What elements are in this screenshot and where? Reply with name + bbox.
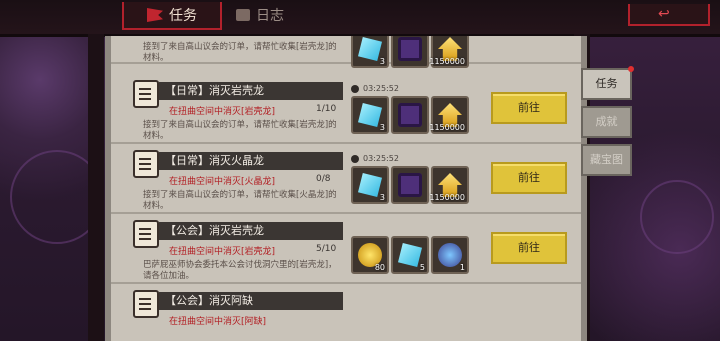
back-arrow-icon: ↩ (658, 6, 670, 22)
timer-text: 03:25:52 (363, 84, 399, 93)
reward-slot[interactable] (391, 166, 429, 204)
task-description: 接到了来自高山议会的订单，请帮忙收集[岩壳龙]的材料。 (143, 42, 337, 63)
scroll-icon (133, 80, 159, 108)
task-progress: 1/10 (316, 104, 337, 114)
crystal-icon (358, 103, 382, 127)
rune-icon (398, 37, 422, 61)
side-tab-label: 任务 (595, 77, 618, 90)
task-progress: 5/10 (316, 244, 337, 254)
go-button[interactable]: 前往 (491, 162, 567, 194)
reward-slot[interactable]: 3 (351, 166, 389, 204)
reward-qty: 3 (379, 123, 385, 132)
crystal-icon (358, 173, 382, 197)
task-objective: 在扭曲空间中消灭[阿缺] (169, 317, 267, 327)
task-objective: 在扭曲空间中消灭[岩壳龙] (169, 107, 276, 117)
go-button[interactable]: 前往 (491, 232, 567, 264)
task-timer: 03:25:52 (351, 84, 399, 93)
task-title: 【日常】消灭岩壳龙 (159, 82, 343, 100)
tab-log[interactable]: 日志 (236, 2, 284, 28)
flag-icon (147, 8, 163, 22)
task-title: 【公会】消灭阿缺 (159, 292, 343, 310)
task-item: 【公会】消灭岩壳龙 在扭曲空间中消灭[岩壳龙] 5/10 巴萨屁巫师协会委托本公… (111, 212, 581, 284)
timer-text: 03:25:52 (363, 154, 399, 163)
reward-slot[interactable]: 1 (431, 236, 469, 274)
task-title: 【日常】消灭火晶龙 (159, 152, 343, 170)
side-tab-label: 藏宝图 (590, 153, 623, 166)
task-item: 【日常】消灭火晶龙 在扭曲空间中消灭[火晶龙] 0/8 接到了来自高山议会的订单… (111, 142, 581, 214)
reward-qty: 5 (419, 263, 425, 272)
reward-qty: 1150000 (429, 123, 465, 132)
task-item: 【公会】消灭阿缺 在扭曲空间中消灭[阿缺] (111, 282, 581, 341)
reward-slot[interactable]: 80 (351, 236, 389, 274)
task-description: 巴萨屁巫师协会委托本公会讨伐洞穴里的[岩壳龙]，请各位加油。 (143, 260, 337, 281)
notification-dot (628, 66, 634, 72)
rune-icon (398, 173, 422, 197)
side-tab-treasure-map[interactable]: 藏宝图 (581, 144, 632, 176)
task-objective: 在扭曲空间中消灭[岩壳龙] (169, 247, 276, 257)
task-item: 【日常】消灭岩壳龙 在扭曲空间中消灭[岩壳龙] 1/10 接到了来自高山议会的订… (111, 72, 581, 144)
reward-qty: 1150000 (429, 193, 465, 202)
reward-slot[interactable] (391, 36, 429, 68)
go-button[interactable]: 前往 (491, 92, 567, 124)
reward-slot[interactable]: 3 (351, 96, 389, 134)
task-objective: 在扭曲空间中消灭[火晶龙] (169, 177, 276, 187)
tab-label: 日志 (256, 8, 284, 24)
orb-icon (438, 243, 462, 267)
reward-slot[interactable]: 5 (391, 236, 429, 274)
task-list[interactable]: 接到了来自高山议会的订单，请帮忙收集[岩壳龙]的材料。 3 1150000 【日… (105, 36, 587, 341)
side-tab-achievements[interactable]: 成就 (581, 106, 632, 138)
book-icon (236, 9, 250, 21)
side-tab-label: 成就 (595, 115, 618, 128)
reward-slot[interactable]: 3 (351, 36, 389, 68)
rune-circle (640, 180, 714, 254)
rune-icon (398, 103, 422, 127)
reward-qty: 80 (374, 263, 385, 272)
reward-qty: 3 (379, 57, 385, 66)
task-timer: 03:25:52 (351, 154, 399, 163)
clock-icon (351, 84, 359, 93)
task-title: 【公会】消灭岩壳龙 (159, 222, 343, 240)
task-description: 接到了来自高山议会的订单，请帮忙收集[火晶龙]的材料。 (143, 190, 337, 211)
reward-qty: 3 (379, 193, 385, 202)
back-button[interactable]: ↩ (628, 4, 710, 26)
reward-qty: 1 (459, 263, 465, 272)
scroll-icon (133, 150, 159, 178)
top-bar: 任务 日志 ↩ (0, 0, 720, 37)
scroll-icon (133, 290, 159, 318)
crystal-icon (398, 243, 422, 267)
reward-slot[interactable]: 1150000 (429, 166, 469, 204)
scroll-icon (133, 220, 159, 248)
tab-label: 任务 (169, 8, 197, 24)
side-tab-tasks[interactable]: 任务 (581, 66, 634, 100)
crystal-icon (358, 37, 382, 61)
clock-icon (351, 154, 359, 163)
tab-tasks[interactable]: 任务 (122, 2, 222, 30)
task-description: 接到了来自高山议会的订单，请帮忙收集[岩壳龙]的材料。 (143, 120, 337, 141)
reward-qty: 1150000 (429, 57, 465, 66)
task-progress: 0/8 (316, 174, 331, 184)
reward-slot[interactable]: 1150000 (429, 36, 469, 68)
task-item-partial: 接到了来自高山议会的订单，请帮忙收集[岩壳龙]的材料。 3 1150000 (111, 36, 581, 68)
reward-slot[interactable] (391, 96, 429, 134)
frame-post (88, 34, 104, 341)
reward-slot[interactable]: 1150000 (429, 96, 469, 134)
